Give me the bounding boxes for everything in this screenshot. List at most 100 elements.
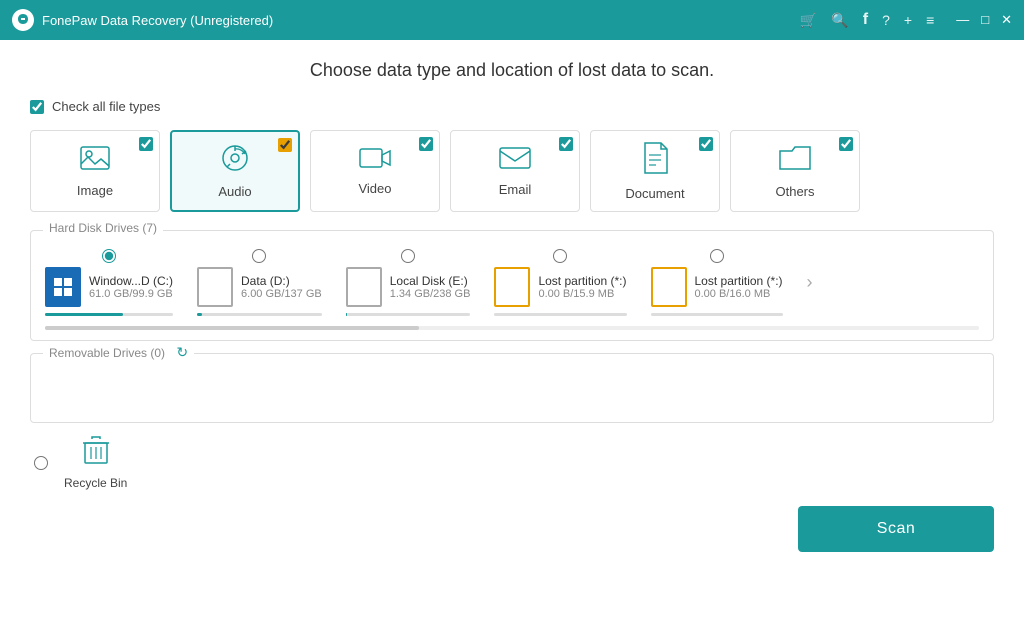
drive-d-icon	[197, 267, 233, 307]
others-icon	[778, 143, 812, 178]
refresh-icon[interactable]: ↻	[176, 344, 188, 360]
drive-lp2[interactable]: Lost partition (*:) 0.00 B/16.0 MB	[651, 249, 783, 316]
drive-d-info: Data (D:) 6.00 GB/137 GB	[241, 274, 322, 300]
drive-lp1-radio-row	[553, 249, 567, 263]
check-all-checkbox[interactable]	[30, 100, 44, 114]
drive-e-radio[interactable]	[401, 249, 415, 263]
email-checkbox[interactable]	[559, 137, 573, 151]
others-checkbox[interactable]	[839, 137, 853, 151]
cart-icon[interactable]: 🛒	[800, 12, 817, 29]
file-type-card-image[interactable]: Image	[30, 130, 160, 212]
drive-c-radio[interactable]	[102, 249, 116, 263]
file-type-card-audio[interactable]: Audio	[170, 130, 300, 212]
drive-d-progress-bar	[197, 313, 322, 316]
bottom-bar: Scan	[30, 506, 994, 552]
file-type-card-document[interactable]: Document	[590, 130, 720, 212]
drive-e-icon	[346, 267, 382, 307]
drive-e-icon-label: Local Disk (E:) 1.34 GB/238 GB	[346, 267, 471, 307]
file-type-card-video[interactable]: Video	[310, 130, 440, 212]
video-label: Video	[358, 181, 391, 196]
drive-c-progress-bar	[45, 313, 173, 316]
hdd-scrollbar	[45, 326, 979, 330]
video-icon	[358, 146, 392, 175]
drive-lp1[interactable]: Lost partition (*:) 0.00 B/15.9 MB	[494, 249, 626, 316]
drive-lp1-icon	[494, 267, 530, 307]
video-checkbox[interactable]	[419, 137, 433, 151]
close-icon[interactable]: ✕	[1001, 12, 1012, 28]
file-type-card-others[interactable]: Others	[730, 130, 860, 212]
drive-lp2-radio[interactable]	[710, 249, 724, 263]
removable-section: Removable Drives (0) ↻	[30, 353, 994, 423]
drive-e-radio-row	[401, 249, 415, 263]
recycle-bin-radio[interactable]	[34, 456, 48, 470]
image-icon	[79, 144, 111, 177]
menu-lines-icon[interactable]: ≡	[926, 12, 934, 28]
drive-c-progress-fill	[45, 313, 123, 316]
recycle-bin-icon-label: Recycle Bin	[64, 435, 127, 490]
drive-d-radio-row	[252, 249, 266, 263]
main-content: Choose data type and location of lost da…	[0, 40, 1024, 627]
recycle-bin-icon	[82, 435, 110, 472]
file-type-card-email[interactable]: Email	[450, 130, 580, 212]
hdd-scrollbar-thumb	[45, 326, 419, 330]
drive-c[interactable]: Window...D (C:) 61.0 GB/99.9 GB	[45, 249, 173, 316]
audio-icon	[219, 143, 251, 178]
drive-e-progress-fill	[346, 313, 347, 316]
window-controls: — □ ✕	[956, 12, 1012, 28]
drive-e[interactable]: Local Disk (E:) 1.34 GB/238 GB	[346, 249, 471, 316]
scan-button[interactable]: Scan	[798, 506, 994, 552]
facebook-icon[interactable]: f	[863, 11, 868, 29]
document-label: Document	[625, 186, 684, 201]
check-all-label: Check all file types	[52, 99, 160, 114]
minimize-icon[interactable]: —	[956, 12, 969, 28]
document-checkbox[interactable]	[699, 137, 713, 151]
title-bar-icons: 🛒 🔍 f ? + ≡ — □ ✕	[800, 11, 1012, 29]
document-icon	[641, 141, 669, 180]
app-title: FonePaw Data Recovery (Unregistered)	[42, 13, 273, 28]
drive-lp2-radio-row	[710, 249, 724, 263]
recycle-radio-col	[34, 456, 48, 470]
drive-c-size: 61.0 GB/99.9 GB	[89, 288, 173, 300]
app-logo	[12, 9, 34, 31]
drive-c-radio-row	[102, 249, 116, 263]
hdd-scroll-hint: ›	[807, 272, 813, 293]
plus-icon[interactable]: +	[904, 12, 912, 28]
drive-c-icon	[45, 267, 81, 307]
help-icon[interactable]: ?	[882, 12, 890, 28]
email-label: Email	[499, 182, 532, 197]
hdd-section-label: Hard Disk Drives (7)	[43, 221, 163, 235]
drive-e-size: 1.34 GB/238 GB	[390, 288, 471, 300]
title-bar: FonePaw Data Recovery (Unregistered) 🛒 🔍…	[0, 0, 1024, 40]
drive-e-name: Local Disk (E:)	[390, 274, 468, 288]
drive-lp2-icon-label: Lost partition (*:) 0.00 B/16.0 MB	[651, 267, 783, 307]
drive-d-name: Data (D:)	[241, 274, 290, 288]
drive-d-radio[interactable]	[252, 249, 266, 263]
drive-lp2-icon	[651, 267, 687, 307]
drive-lp2-size: 0.00 B/16.0 MB	[695, 288, 771, 300]
audio-checkbox[interactable]	[278, 138, 292, 152]
maximize-icon[interactable]: □	[981, 12, 989, 28]
drive-lp1-info: Lost partition (*:) 0.00 B/15.9 MB	[538, 274, 626, 300]
file-types-row: Image Audio	[30, 130, 994, 212]
drives-row: Window...D (C:) 61.0 GB/99.9 GB Data (D:…	[45, 241, 979, 320]
drive-d[interactable]: Data (D:) 6.00 GB/137 GB	[197, 249, 322, 316]
others-label: Others	[775, 184, 814, 199]
removable-section-label: Removable Drives (0) ↻	[43, 344, 194, 361]
search-circle-icon[interactable]: 🔍	[831, 12, 848, 29]
drive-lp1-size: 0.00 B/15.9 MB	[538, 288, 614, 300]
image-checkbox[interactable]	[139, 137, 153, 151]
drive-lp1-icon-label: Lost partition (*:) 0.00 B/15.9 MB	[494, 267, 626, 307]
email-icon	[498, 145, 532, 176]
drive-lp2-info: Lost partition (*:) 0.00 B/16.0 MB	[695, 274, 783, 300]
drive-e-info: Local Disk (E:) 1.34 GB/238 GB	[390, 274, 471, 300]
drive-lp1-radio[interactable]	[553, 249, 567, 263]
drive-lp2-progress-bar	[651, 313, 783, 316]
check-all-row: Check all file types	[30, 99, 994, 114]
drive-c-icon-label: Window...D (C:) 61.0 GB/99.9 GB	[45, 267, 173, 307]
drive-lp1-progress-bar	[494, 313, 626, 316]
recycle-bin-label: Recycle Bin	[64, 476, 127, 490]
image-label: Image	[77, 183, 113, 198]
page-title: Choose data type and location of lost da…	[30, 60, 994, 81]
hdd-section: Hard Disk Drives (7)	[30, 230, 994, 341]
drive-d-progress-fill	[197, 313, 202, 316]
